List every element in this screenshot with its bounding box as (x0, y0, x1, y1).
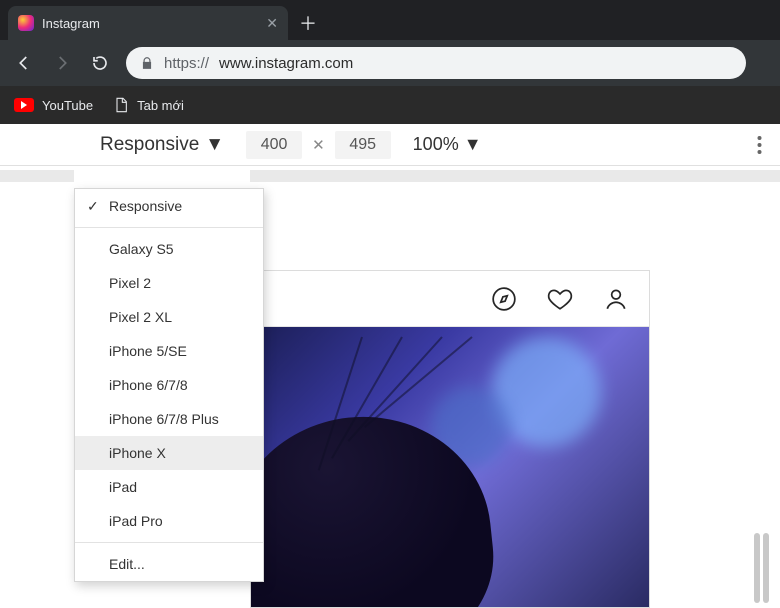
device-option[interactable]: iPad (75, 470, 263, 504)
device-option[interactable]: Pixel 2 XL (75, 300, 263, 334)
bookmark-newtab[interactable]: Tab mới (113, 96, 184, 114)
address-bar[interactable]: https:// www.instagram.com (126, 47, 746, 79)
device-mode-label: Responsive (100, 134, 199, 156)
file-icon (113, 96, 129, 114)
menu-separator (75, 227, 263, 228)
instagram-top-nav (251, 271, 649, 327)
device-mode-select[interactable]: Responsive ▼ (100, 134, 224, 156)
height-input[interactable] (335, 131, 391, 159)
device-dimensions: ✕ (246, 131, 391, 159)
bookmark-label: Tab mới (137, 98, 184, 113)
browser-toolbar: https:// www.instagram.com (0, 40, 780, 86)
more-options-button[interactable] (757, 135, 762, 155)
instagram-favicon-icon (18, 15, 34, 31)
vertical-scrollbar[interactable] (754, 533, 772, 603)
forward-button[interactable] (50, 51, 74, 75)
device-option[interactable]: iPhone 5/SE (75, 334, 263, 368)
new-tab-button[interactable]: ＋ (294, 9, 322, 37)
times-icon: ✕ (312, 136, 325, 154)
lock-icon (140, 56, 154, 70)
profile-icon[interactable] (603, 286, 629, 312)
url-host: www.instagram.com (219, 55, 353, 72)
device-option[interactable]: iPhone X (75, 436, 263, 470)
back-button[interactable] (12, 51, 36, 75)
browser-chrome: Instagram ✕ ＋ https:// www.instagram.com… (0, 0, 780, 124)
zoom-label: 100% (413, 134, 459, 155)
zoom-select[interactable]: 100% ▼ (413, 134, 482, 155)
close-tab-icon[interactable]: ✕ (266, 15, 278, 32)
device-option[interactable]: Responsive (75, 189, 263, 223)
device-option[interactable]: Pixel 2 (75, 266, 263, 300)
reload-button[interactable] (88, 51, 112, 75)
chevron-down-icon: ▼ (464, 134, 482, 155)
device-frame (250, 270, 650, 608)
device-mode-dropdown: ResponsiveGalaxy S5Pixel 2Pixel 2 XLiPho… (74, 188, 264, 582)
bookmark-youtube[interactable]: YouTube (14, 98, 93, 113)
heart-icon[interactable] (547, 286, 573, 312)
device-option[interactable]: Galaxy S5 (75, 232, 263, 266)
device-ruler[interactable] (0, 166, 780, 186)
device-toolbar: Responsive ▼ ✕ 100% ▼ (0, 124, 780, 166)
menu-separator (75, 542, 263, 543)
tab-title: Instagram (42, 16, 258, 31)
browser-tab[interactable]: Instagram ✕ (8, 6, 288, 40)
explore-icon[interactable] (491, 286, 517, 312)
bookmark-label: YouTube (42, 98, 93, 113)
device-option[interactable]: iPad Pro (75, 504, 263, 538)
device-edit-option[interactable]: Edit... (75, 547, 263, 581)
device-option[interactable]: iPhone 6/7/8 Plus (75, 402, 263, 436)
chevron-down-icon: ▼ (205, 134, 224, 156)
width-input[interactable] (246, 131, 302, 159)
url-protocol: https:// (164, 55, 209, 72)
bookmarks-bar: YouTube Tab mới (0, 86, 780, 124)
instagram-feed-image (251, 327, 649, 607)
youtube-icon (14, 98, 34, 112)
device-option[interactable]: iPhone 6/7/8 (75, 368, 263, 402)
tab-bar: Instagram ✕ ＋ (0, 0, 780, 40)
